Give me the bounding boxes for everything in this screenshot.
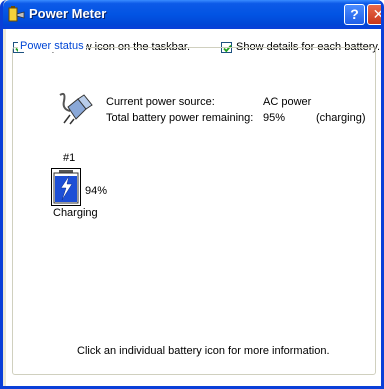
battery-remaining-label: Total battery power remaining: [106,112,254,124]
power-status-legend: Power status [18,40,86,52]
window-title: Power Meter [29,6,107,21]
battery-charging-icon [53,170,79,204]
power-source-value: AC power [263,96,312,108]
title-bar[interactable]: Power Meter ? ✕ [3,0,381,29]
battery-button[interactable] [51,168,81,206]
battery-remaining-value: 95% [263,112,286,124]
close-button[interactable]: ✕ [367,4,381,25]
power-source-label: Current power source: [106,96,215,108]
battery-plug-icon [8,6,25,22]
plug-icon [59,92,93,125]
battery-remaining-state: (charging) [316,112,366,124]
battery-number: #1 [63,152,76,164]
footer-hint: Click an individual battery icon for mor… [77,345,330,357]
battery-status: Charging [53,207,98,219]
help-button[interactable]: ? [344,4,365,25]
main-panel: Always show icon on the taskbar. Show de… [6,29,381,386]
power-meter-window: Power Meter ? ✕ Always show icon on the … [0,0,384,389]
battery-percent: 94% [85,185,108,197]
